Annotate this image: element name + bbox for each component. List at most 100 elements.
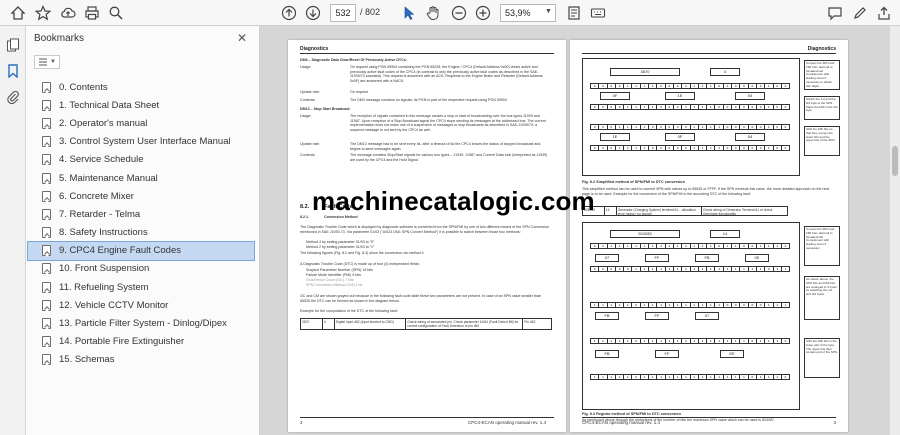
dtc-field-4: SPN Conversion Method (CM) 1 bit <box>306 283 363 287</box>
home-icon[interactable] <box>8 3 28 23</box>
usage-text: On request using PGN 59904 containing th… <box>350 65 543 83</box>
print-icon[interactable] <box>82 3 102 23</box>
bit-row: 000011110001111000000100 <box>590 83 790 89</box>
bookmark-page-icon <box>42 99 51 111</box>
example-text: Example for the computation of the DTC o… <box>300 309 398 313</box>
bit-row: 111110111111111100000111 <box>590 302 790 308</box>
keyboard-icon[interactable] <box>588 3 608 23</box>
watermark-text: machinecatalogic.com <box>312 186 595 216</box>
bookmark-label: 9. CPC4 Engine Fault Codes <box>59 245 181 257</box>
dtc-field-2: Failure Mode Identifier (FMI) 5 bits <box>306 273 361 277</box>
bookmark-item[interactable]: 10. Front Suspension <box>26 260 260 278</box>
bookmark-item[interactable]: 3. Control System User Interface Manual <box>26 133 260 151</box>
bookmark-item[interactable]: 13. Particle Filter System - Dinlog/Dipe… <box>26 314 260 332</box>
hex-byte: FB <box>595 312 619 320</box>
cloud-upload-icon[interactable] <box>58 3 78 23</box>
bookmark-options-button[interactable]: ▼ <box>34 55 60 69</box>
table-cell: 4 <box>323 319 335 329</box>
scrollbar-thumb[interactable] <box>892 146 898 176</box>
method-1: Method 4 by setting parameter 01/03 to "… <box>306 240 375 244</box>
bookmark-item[interactable]: 4. Service Schedule <box>26 151 260 169</box>
bit-row: 000111100000111100000100 <box>590 145 790 151</box>
pen-edit-icon[interactable] <box>850 3 870 23</box>
zoom-in-icon[interactable] <box>473 3 493 23</box>
bookmark-page-icon <box>42 227 51 239</box>
zoom-search-icon[interactable] <box>106 3 126 23</box>
bookmark-star-icon[interactable] <box>33 3 53 23</box>
previous-page-icon[interactable] <box>279 3 299 23</box>
bookmark-item[interactable]: 6. Concrete Mixer <box>26 187 260 205</box>
page-header: Diagnostics <box>807 46 836 52</box>
close-icon[interactable]: ✕ <box>234 30 250 46</box>
bookmark-page-icon <box>42 136 51 148</box>
table-cell: Check wiring of Generator Terminal 61 or… <box>702 208 773 216</box>
method-2: Method 2 by setting parameter 01/03 to "… <box>306 245 375 249</box>
bookmark-item-selected[interactable]: 9. CPC4 Engine Fault Codes <box>27 240 255 261</box>
figures-text: The following figures (Fig. 8.2 and Fig.… <box>300 251 425 255</box>
hex-byte: FF <box>655 350 679 358</box>
bookmark-label: 0. Contents <box>59 81 108 93</box>
bookmark-page-icon <box>42 281 51 293</box>
chevron-down-icon[interactable]: ▼ <box>545 8 552 15</box>
hex-byte: EE <box>720 350 744 358</box>
page-total: / 802 <box>360 7 381 17</box>
hex-byte: 07 <box>595 254 619 262</box>
bookmark-item[interactable]: 15. Schemas <box>26 351 260 369</box>
hex-byte: FB <box>595 350 619 358</box>
next-page-icon[interactable] <box>303 3 323 23</box>
hex-byte: 04 <box>735 133 765 141</box>
comment-icon[interactable] <box>825 3 845 23</box>
bookmark-page-icon <box>42 336 51 348</box>
subsection-number: 8.2.1. <box>300 215 309 219</box>
document-page-left: Diagnostics DM3 – Diagnostic Data Clear/… <box>288 40 566 432</box>
bookmark-page-icon <box>42 263 51 275</box>
bookmark-label: 6. Concrete Mixer <box>59 190 134 202</box>
hex-byte: 0F <box>600 92 630 100</box>
bookmark-item[interactable]: 14. Portable Fire Extinguisher <box>26 333 260 351</box>
bookmarks-icon[interactable] <box>4 62 22 80</box>
dtc-field-1: Suspect Parameter Number (SPN) 19 bits <box>306 268 373 272</box>
bookmark-item[interactable]: 0. Contents <box>26 78 260 96</box>
bookmark-label: 4. Service Schedule <box>59 154 144 166</box>
bookmark-label: 3. Control System User Interface Manual <box>59 136 231 148</box>
bookmark-item[interactable]: 7. Retarder - Telma <box>26 205 260 223</box>
bookmark-item[interactable]: 1. Technical Data Sheet <box>26 96 260 114</box>
table-cell: Pin d52 <box>524 320 536 324</box>
contents-label: Contents: <box>300 98 316 102</box>
zoom-out-icon[interactable] <box>449 3 469 23</box>
dm13-update-text: The DM13 message has to be sent every 6s… <box>350 142 541 151</box>
page-footer-title: CPC4-ECAN operating manual rev. 1.4 <box>468 420 546 425</box>
bit-row: 000001111111111111111011 <box>590 266 790 272</box>
dm13-contents-text: The message contains Stop/Start signals … <box>350 153 548 162</box>
fault-table: 3870 4 Digital Input d52 (Input shorted … <box>300 318 552 330</box>
hex-byte: 0F <box>665 133 695 141</box>
dm13-heading: DM13 – Stop Start Broadcast: <box>300 107 351 111</box>
fmi-value: 14 <box>710 230 740 238</box>
figure-text: This simplified method can be used to co… <box>582 187 830 196</box>
bookmark-item[interactable]: 12. Vehicle CCTV Monitor <box>26 296 260 314</box>
bookmark-item[interactable]: 8. Safety Instructions <box>26 224 260 242</box>
bookmark-item[interactable]: 11. Refueling System <box>26 278 260 296</box>
bookmark-item[interactable]: 2. Operator's manual <box>26 114 260 132</box>
select-pointer-icon[interactable] <box>399 3 419 23</box>
bit-row: 111110111111111111101110 <box>590 338 790 344</box>
table-cell: 14 <box>605 207 617 215</box>
hex-byte: 1E <box>665 92 695 100</box>
document-viewport[interactable]: Diagnostics DM3 – Diagnostic Data Clear/… <box>260 26 900 435</box>
bookmark-label: 7. Retarder - Telma <box>59 208 141 220</box>
pages-thumbnail-icon[interactable] <box>4 36 22 54</box>
vertical-scrollbar[interactable] <box>890 26 900 435</box>
bookmark-list: 0. Contents 1. Technical Data Sheet 2. O… <box>26 78 260 369</box>
bookmark-page-icon <box>42 354 51 366</box>
hand-tool-icon[interactable] <box>423 3 443 23</box>
attachment-paperclip-icon[interactable] <box>4 88 22 106</box>
bookmark-label: 14. Portable Fire Extinguisher <box>59 336 185 348</box>
bookmark-item[interactable]: 5. Maintenance Manual <box>26 169 260 187</box>
hex-byte: 0E <box>745 254 769 262</box>
bookmark-label: 10. Front Suspension <box>59 263 150 275</box>
dm13-usage-text: The reception of signals contained in th… <box>350 114 546 132</box>
share-icon[interactable] <box>874 3 894 23</box>
page-layout-icon[interactable] <box>564 3 584 23</box>
page-number-input[interactable]: 532 <box>330 4 356 22</box>
bookmark-label: 11. Refueling System <box>59 281 149 293</box>
